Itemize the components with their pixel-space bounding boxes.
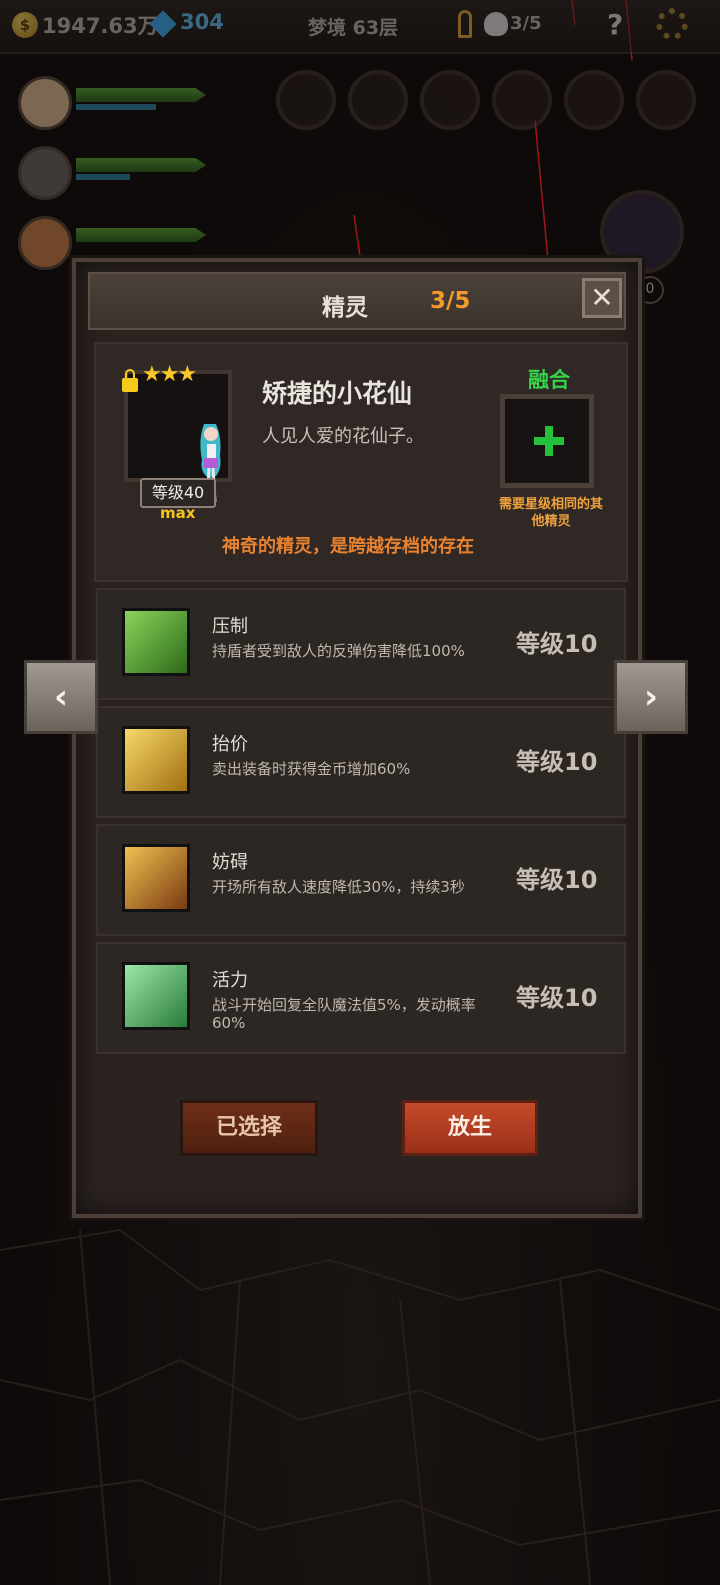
hand-icon [122, 726, 190, 794]
mp-bar [76, 104, 156, 110]
skill-description: 卖出装备时获得金币增加60% [212, 760, 411, 778]
skill-name: 妨碍 [212, 852, 248, 873]
skill-description: 开场所有敌人速度降低30%，持续3秒 [212, 878, 465, 896]
prev-spirit-button[interactable]: ‹ [24, 660, 98, 734]
skill-row[interactable]: 压制 持盾者受到敌人的反弹伤害降低100% 等级10 [96, 588, 626, 700]
fuse-requirement: 需要星级相同的其他精灵 [498, 497, 603, 529]
hero-row[interactable] [14, 70, 214, 130]
spirit-tagline: 神奇的精灵，是跨越存档的存在 [222, 536, 474, 557]
gold-amount: 1947.63万 [42, 14, 159, 38]
skill-name: 压制 [212, 616, 248, 637]
chevron-left-icon: ‹ [53, 677, 68, 717]
mp-bar [76, 174, 130, 180]
skill-row[interactable]: 活力 战斗开始回复全队魔法值5%，发动概率60% 等级10 [96, 942, 626, 1054]
spirit-name: 矫捷的小花仙 [262, 379, 413, 408]
claw-icon [122, 608, 190, 676]
skill-name: 活力 [212, 970, 248, 991]
spirit-count: 3/5 [430, 288, 471, 314]
help-button[interactable]: ? [607, 8, 623, 41]
skill-row[interactable]: 抬价 卖出装备时获得金币增加60% 等级10 [96, 706, 626, 818]
equipment-slot[interactable] [348, 70, 408, 130]
avatar [18, 146, 72, 200]
equipment-slot[interactable] [276, 70, 336, 130]
star-rating: ★★★ [142, 362, 197, 387]
dialog-header: 精灵 3/5 [88, 272, 626, 330]
skill-level: 等级10 [516, 866, 598, 894]
chevron-right-icon: › [643, 677, 658, 717]
skull-count: 3/5 [510, 13, 542, 34]
hero-row[interactable] [14, 140, 214, 200]
lock-icon[interactable] [122, 369, 138, 392]
hp-bar [76, 228, 206, 242]
close-button[interactable]: ✕ [582, 278, 622, 318]
equipment-slot[interactable] [492, 70, 552, 130]
skull-icon [484, 12, 508, 36]
skill-description: 战斗开始回复全队魔法值5%，发动概率60% [212, 996, 476, 1032]
release-button[interactable]: 放生 [402, 1100, 538, 1156]
equipment-slot[interactable] [420, 70, 480, 130]
skill-row[interactable]: 妨碍 开场所有敌人速度降低30%，持续3秒 等级10 [96, 824, 626, 936]
spirit-dialog: 精灵 3/5 ✕ ★★★ 等级40 max 矫捷的小花仙 人见人爱的花仙子。 融… [72, 258, 642, 1218]
hp-bar [76, 158, 206, 172]
top-bar: $ 1947.63万 304 梦境 63层 3/5 ? [0, 0, 720, 54]
spirit-info-panel: ★★★ 等级40 max 矫捷的小花仙 人见人爱的花仙子。 融合 需要星级相同的… [94, 342, 628, 582]
skill-description: 持盾者受到敌人的反弹伤害降低100% [212, 642, 465, 660]
skill-level: 等级10 [516, 748, 598, 776]
equipment-slot[interactable] [636, 70, 696, 130]
selected-button[interactable]: 已选择 [180, 1100, 318, 1156]
shackle-icon [122, 844, 190, 912]
floor-label: 梦境 63层 [308, 17, 399, 39]
skill-level: 等级10 [516, 630, 598, 658]
prayer-icon [122, 962, 190, 1030]
dialog-title: 精灵 [322, 295, 368, 321]
key-icon [458, 10, 472, 38]
gear-icon[interactable] [656, 8, 688, 40]
avatar [18, 76, 72, 130]
skill-name: 抬价 [212, 734, 248, 755]
equipment-slot[interactable] [564, 70, 624, 130]
fuse-label: 融合 [528, 368, 570, 392]
next-spirit-button[interactable]: › [614, 660, 688, 734]
plus-icon [534, 426, 564, 456]
skill-level: 等级10 [516, 984, 598, 1012]
fuse-slot[interactable] [500, 394, 594, 488]
avatar [18, 216, 72, 270]
max-label: max [160, 504, 196, 522]
hp-bar [76, 88, 206, 102]
spirit-description: 人见人爱的花仙子。 [262, 426, 424, 447]
gem-amount: 304 [180, 10, 224, 34]
gold-coin-icon: $ [12, 12, 38, 38]
